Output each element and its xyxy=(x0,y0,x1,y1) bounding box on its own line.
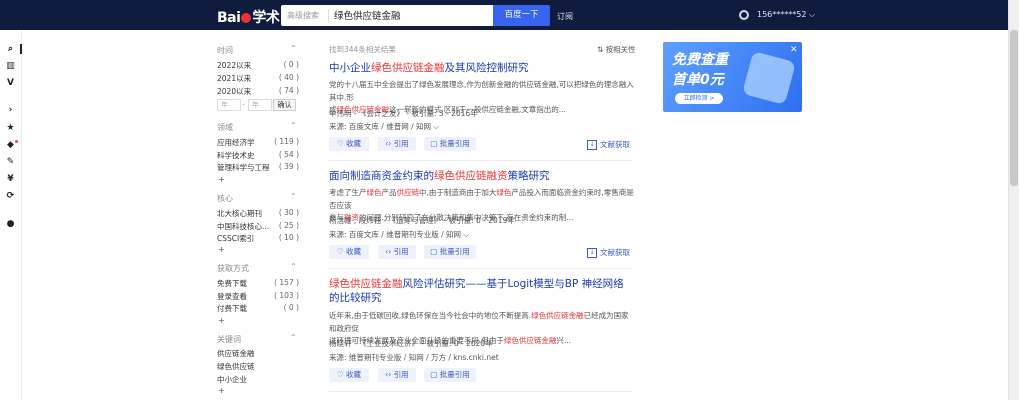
gear-icon[interactable] xyxy=(739,10,749,20)
facet-keyword-row[interactable]: 中小企业 xyxy=(217,374,299,385)
facet-title-keywords: 关键词 xyxy=(217,335,241,344)
chevron-up-icon[interactable]: ⌃ xyxy=(290,262,297,271)
result-divider xyxy=(329,160,632,161)
ad-headline: 免费查重 xyxy=(672,52,728,68)
plagiarism-check-ad-banner[interactable]: 免费查重 首单0元 立即检测 > ✕ xyxy=(663,42,802,112)
refresh-icon[interactable]: ⟳ xyxy=(6,192,15,201)
facet-field-more[interactable]: + xyxy=(218,175,225,184)
year-range-dash: - xyxy=(242,100,245,109)
result-divider xyxy=(329,391,632,392)
result-count: 找到344条相关结果 xyxy=(329,45,396,54)
ad-illustration xyxy=(742,51,796,105)
cite-button[interactable]: ‹› 引用 xyxy=(378,368,416,382)
facet-keywords-more[interactable]: + xyxy=(218,386,225,395)
cite-button[interactable]: ‹› 引用 xyxy=(378,245,416,259)
library-icon[interactable]: ▥ xyxy=(6,62,15,71)
result-meta: 杨浩雄 , 段炜钰 - 《运筹与管理》 - 被引量: 0 - 2019年 xyxy=(329,216,515,225)
facet-core-more[interactable]: + xyxy=(218,245,225,254)
ad-cta-button[interactable]: 立即检测 > xyxy=(675,93,723,104)
facet-field-row[interactable]: 应用经济学( 119 ) xyxy=(217,137,299,148)
search-input[interactable]: 绿色供应链金融 xyxy=(334,8,401,22)
facet-access-row[interactable]: 登录查看( 103 ) xyxy=(217,291,299,302)
close-icon[interactable]: ✕ xyxy=(790,45,798,55)
result-source[interactable]: 来源: 百度文库 / 维普网 / 知网 ⌵ xyxy=(329,121,439,132)
download-icon: ↓ xyxy=(587,140,597,150)
ad-subheadline: 首单0元 xyxy=(672,72,724,88)
result-meta: 牟伟明 - 《会计之友》 - 被引量: 3 - 2016年 xyxy=(329,109,478,118)
baidu-scholar-logo[interactable]: Bai 学术 xyxy=(217,7,280,27)
pen-icon[interactable]: ✎ xyxy=(6,158,15,167)
facet-core-row[interactable]: 中国科技核心...( 25 ) xyxy=(217,221,299,232)
notification-dot xyxy=(15,140,18,143)
v-icon[interactable]: V xyxy=(6,79,15,88)
facet-core-row[interactable]: CSSCI索引( 10 ) xyxy=(217,233,299,244)
search-divider xyxy=(328,9,329,22)
currency-icon[interactable]: ¥ xyxy=(6,175,15,184)
user-icon[interactable]: ● xyxy=(6,220,15,229)
advanced-search-link[interactable]: 高级搜索 xyxy=(287,10,319,21)
facet-time-2022[interactable]: 2022以来( 0 ) xyxy=(217,60,299,71)
download-icon: ↓ xyxy=(587,248,597,258)
box-icon[interactable]: ◆ xyxy=(6,141,15,150)
facet-time-2020[interactable]: 2020以来( 74 ) xyxy=(217,86,299,97)
sort-by-relevance[interactable]: ⇅ 按相关性 xyxy=(597,44,636,55)
cite-button[interactable]: ‹› 引用 xyxy=(378,137,416,151)
batch-cite-button[interactable]: ▢ 批量引用 xyxy=(424,368,476,382)
paper-icon[interactable]: › xyxy=(6,106,15,115)
facet-access-row[interactable]: 免费下载( 157 ) xyxy=(217,278,299,289)
facet-field-row[interactable]: 科学技术史( 54 ) xyxy=(217,150,299,161)
chevron-up-icon[interactable]: ⌃ xyxy=(290,333,297,342)
facet-time-2021[interactable]: 2021以来( 40 ) xyxy=(217,73,299,84)
year-from-input[interactable]: 年 xyxy=(217,99,241,111)
facet-access-row[interactable]: 付费下载( 0 ) xyxy=(217,303,299,314)
chevron-up-icon[interactable]: ⌃ xyxy=(290,121,297,130)
sort-icon: ⇅ xyxy=(597,45,606,54)
facet-title-field: 领域 xyxy=(217,123,233,132)
result-title[interactable]: 中小企业绿色供应链金融及其风险控制研究 xyxy=(329,61,634,75)
search-icon[interactable]: ⌕ xyxy=(6,45,15,54)
facet-title-access: 获取方式 xyxy=(217,264,249,273)
subscribe-link[interactable]: 订阅 xyxy=(557,11,573,22)
facet-field-row[interactable]: 管理科学与工程( 39 ) xyxy=(217,162,299,173)
result-source[interactable]: 来源: 百度文库 / 维普期刊专业版 / 知网 ⌵ xyxy=(329,229,469,240)
user-account-menu[interactable]: 156******52 ⌵ xyxy=(757,10,815,20)
search-button[interactable]: 百度一下 xyxy=(493,5,550,26)
facet-core-row[interactable]: 北大核心期刊( 30 ) xyxy=(217,208,299,219)
facet-keyword-row[interactable]: 绿色供应链 xyxy=(217,361,299,372)
collect-button[interactable]: ♡ 收藏 xyxy=(329,137,369,151)
year-confirm-button[interactable]: 确认 xyxy=(273,99,296,111)
star-icon[interactable]: ★ xyxy=(6,124,15,133)
year-to-input[interactable]: 年 xyxy=(248,99,272,111)
facet-title-time: 时间 xyxy=(217,46,233,55)
fulltext-download-link[interactable]: ↓ 文献获取 xyxy=(587,247,630,258)
scrollbar-thumb[interactable] xyxy=(1010,30,1018,186)
chevron-up-icon[interactable]: ⌃ xyxy=(290,192,297,201)
collect-button[interactable]: ♡ 收藏 xyxy=(329,368,369,382)
result-title[interactable]: 面向制造商资金约束的绿色供应链融资策略研究 xyxy=(329,169,634,183)
result-source[interactable]: 来源: 维普期刊专业版 / 知网 / 万方 / kns.cnki.net xyxy=(329,352,499,363)
facet-access-more[interactable]: + xyxy=(218,316,225,325)
result-title[interactable]: 绿色供应链金融风险评估研究——基于Logit模型与BP 神经网络的比较研究 xyxy=(329,277,634,305)
facet-keyword-row[interactable]: 供应链金融 xyxy=(217,348,299,359)
collect-button[interactable]: ♡ 收藏 xyxy=(329,245,369,259)
batch-cite-button[interactable]: ▢ 批量引用 xyxy=(424,245,476,259)
chevron-up-icon[interactable]: ⌃ xyxy=(290,44,297,53)
batch-cite-button[interactable]: ▢ 批量引用 xyxy=(424,137,476,151)
search-box: 高级搜索 绿色供应链金融 xyxy=(281,5,493,26)
paw-icon xyxy=(241,13,252,23)
result-divider xyxy=(329,268,632,269)
fulltext-download-link[interactable]: ↓ 文献获取 xyxy=(587,139,630,150)
result-meta: 杨晓轩 - 《工业技术经济》 - 被引量: 0 - 2020年 xyxy=(329,339,493,348)
active-indicator xyxy=(20,44,22,54)
facet-title-core: 核心 xyxy=(217,194,233,203)
